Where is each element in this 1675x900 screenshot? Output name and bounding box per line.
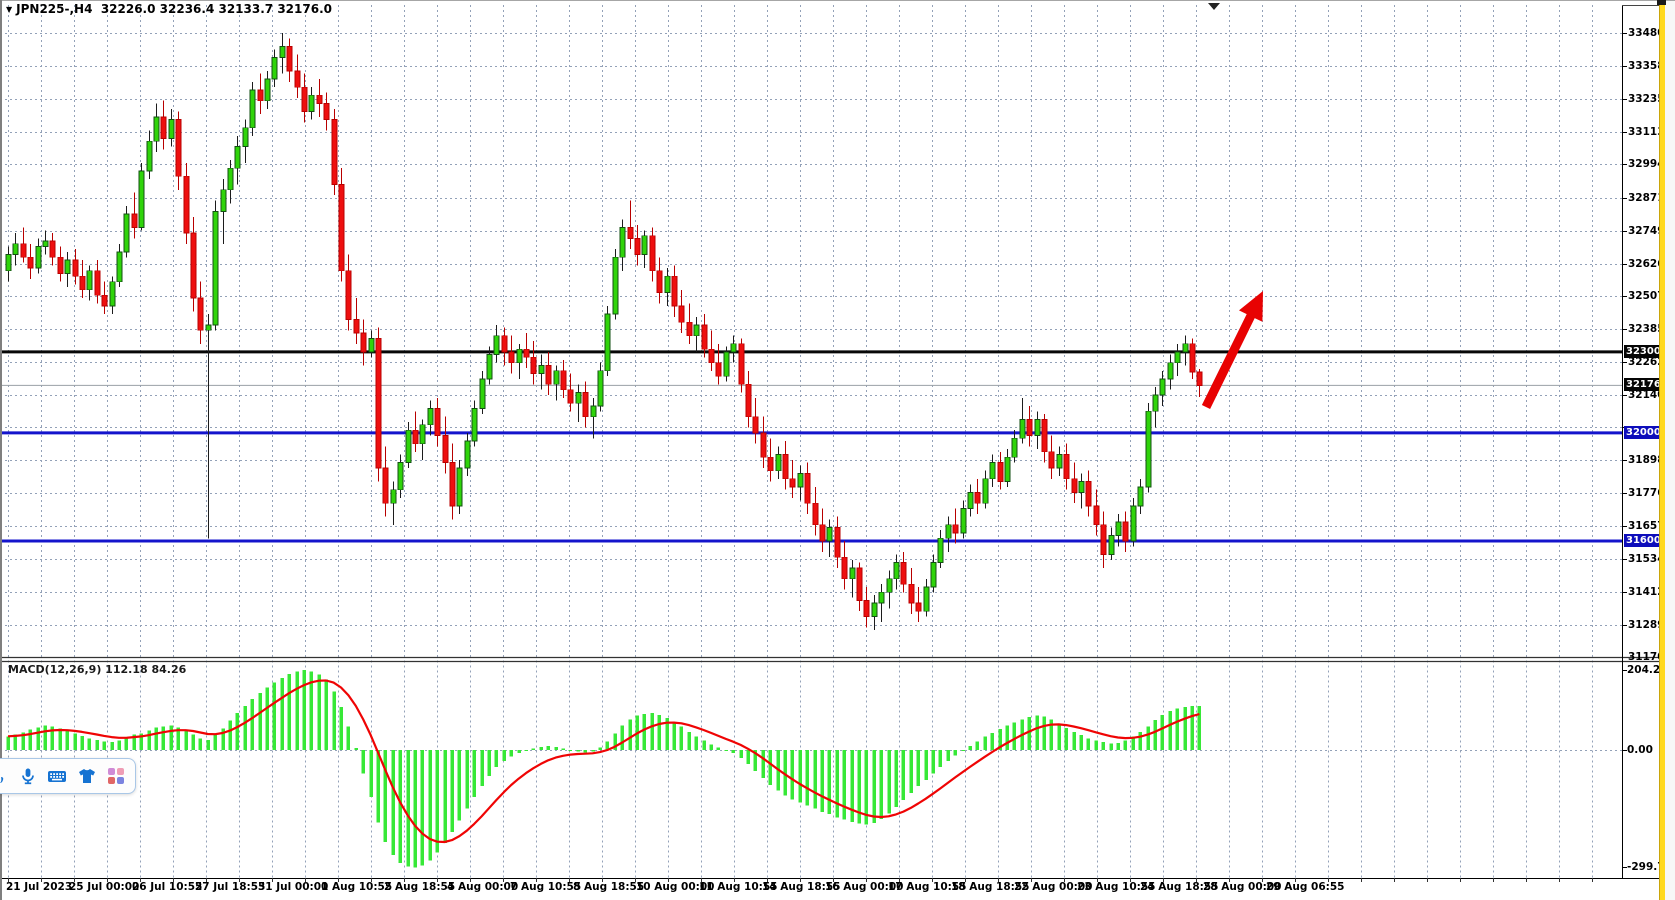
- mt4-chart-window: ▼ JPN225-,H4 32226.0 32236.4 32133.7 3217…: [0, 0, 1675, 900]
- macd-histogram: [7, 670, 1201, 867]
- ohlc-values: 32226.0 32236.4 32133.7 32176.0: [101, 2, 332, 16]
- chart-title: ▼ JPN225-,H4 32226.0 32236.4 32133.7 3217…: [6, 2, 332, 16]
- ink-input-icon[interactable]: [0, 766, 9, 786]
- axis-strip-cap: [1657, 0, 1666, 5]
- chart-shift-marker[interactable]: [1208, 3, 1220, 10]
- microphone-icon[interactable]: [19, 766, 37, 786]
- right-margin: [1665, 0, 1675, 900]
- window-top-border: [0, 0, 1675, 1]
- symbol-period-label[interactable]: JPN225-,H4: [16, 2, 92, 16]
- chart-area[interactable]: [0, 0, 1675, 900]
- touch-keyboard-icon[interactable]: [47, 766, 67, 786]
- axis-highlight-strip: [1659, 0, 1665, 900]
- symbol-dropdown-icon[interactable]: ▼: [6, 5, 12, 14]
- clothing-icon[interactable]: [77, 766, 97, 786]
- input-toolbar[interactable]: [0, 758, 136, 794]
- apps-grid-icon[interactable]: [107, 766, 125, 786]
- macd-signal-line: [8, 681, 1199, 843]
- trend-arrow[interactable]: [1202, 291, 1263, 409]
- macd-indicator-label: MACD(12,26,9) 112.18 84.26: [8, 663, 186, 676]
